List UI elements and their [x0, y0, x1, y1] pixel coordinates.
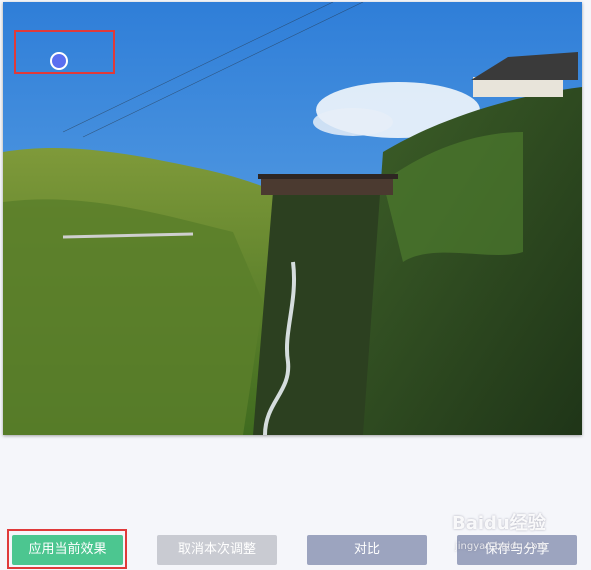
brush-cursor-icon[interactable]: [50, 52, 68, 70]
save-share-button[interactable]: 保存与分享: [457, 535, 577, 565]
apply-button-highlight: [7, 529, 127, 569]
compare-button[interactable]: 对比: [307, 535, 427, 565]
cancel-adjustment-button[interactable]: 取消本次调整: [157, 535, 277, 565]
watermark-logo: Baidu经验: [452, 513, 546, 534]
